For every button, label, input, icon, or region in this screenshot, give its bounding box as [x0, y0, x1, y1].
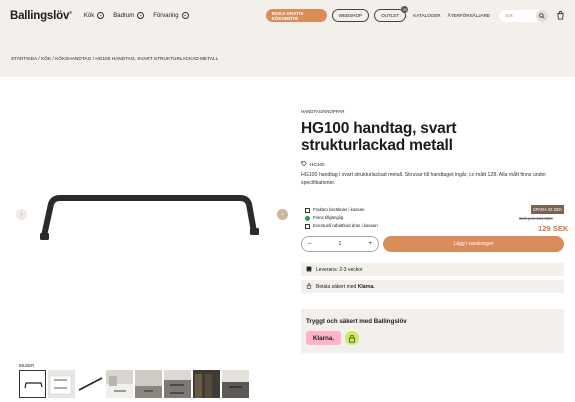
price: 129 SEK — [538, 224, 569, 233]
book-meeting-button[interactable]: BOKA GRATIS KÖKSMÖTE — [265, 9, 327, 22]
outlet-count-badge: 45 — [401, 6, 409, 13]
gallery-label: BILDER — [19, 363, 35, 368]
chevron-down-icon: ⌄ — [97, 12, 105, 19]
add-to-cart-button[interactable]: Lägg i varukorgen — [383, 236, 564, 252]
availability-icon — [305, 215, 310, 221]
trygg-e-handel-icon — [345, 331, 359, 345]
feature-item: Eventuell rabattkod dras i kassan — [305, 222, 378, 230]
nav-item-kok[interactable]: Kök ⌄ — [84, 12, 105, 19]
trust-title: Tryggt och säkert med Ballingslöv — [306, 318, 407, 325]
site-header: Ballingslöv® Kök ⌄ Badrum ⌄ Förvaring ⌄ BOK… — [0, 0, 575, 31]
nav-item-badrum[interactable]: Badrum ⌄ — [113, 12, 145, 19]
klarna-brand: Klarna. — [357, 283, 375, 290]
lock-icon — [306, 282, 312, 291]
product-category[interactable]: HANDTAG/KNOPPAR — [301, 109, 345, 114]
nav-item-forvaring[interactable]: Förvaring ⌄ — [153, 12, 189, 19]
thumbnail[interactable] — [48, 370, 75, 398]
quantity-stepper[interactable]: – 1 + — [301, 236, 379, 252]
chevron-right-icon: › — [281, 211, 284, 218]
delivery-info: Leverans: 2-3 veckor — [301, 263, 564, 276]
search-icon[interactable] — [536, 9, 548, 22]
logo[interactable]: Ballingslöv® — [10, 10, 72, 22]
thumbnail[interactable] — [164, 370, 191, 398]
decrease-button[interactable]: – — [308, 241, 311, 247]
thumbnail[interactable] — [77, 370, 104, 398]
product-title: HG100 handtag, svart strukturlackad meta… — [301, 120, 457, 154]
chevron-down-icon: ⌄ — [137, 12, 145, 19]
chevron-left-icon: ‹ — [20, 211, 23, 218]
chevron-down-icon: ⌄ — [181, 12, 189, 19]
product-features: Frakten beräknas i kassan Finns tillgäng… — [305, 206, 378, 230]
webshop-button[interactable]: WEBSHOP — [331, 9, 370, 22]
old-price: Ord. pris 161 SEK — [519, 216, 553, 221]
catalogs-link[interactable]: KATALOGER — [413, 13, 440, 18]
increase-button[interactable]: + — [368, 241, 372, 247]
thumbnail[interactable] — [193, 370, 220, 398]
breadcrumb[interactable]: STARTSIDA / KÖK / KÖKSHANDTAG / HG100 HA… — [11, 56, 218, 61]
cart-icon[interactable] — [555, 11, 565, 21]
save-badge: SPARA 32 SEK — [531, 205, 564, 214]
dealers-link[interactable]: ÅTERFÖRSÄLJARE — [448, 13, 490, 18]
discount-icon — [305, 223, 310, 229]
outlet-button[interactable]: OUTLET 45 — [374, 6, 409, 22]
product-image — [40, 195, 259, 240]
thumbnail[interactable] — [106, 370, 133, 398]
thumbnail[interactable] — [19, 370, 46, 398]
thumbnail-strip — [19, 370, 249, 398]
gallery-prev-button[interactable]: ‹ — [16, 209, 27, 220]
thumbnail[interactable] — [135, 370, 162, 398]
search-input[interactable]: Sök — [499, 9, 548, 22]
truck-icon — [305, 207, 310, 213]
klarna-logo: Klarna. — [306, 331, 341, 345]
payment-info: Betala säkert med Klarna. — [301, 280, 564, 293]
truck-icon — [306, 266, 312, 274]
feature-item: Finns tillgänglig — [305, 214, 378, 222]
quantity-value[interactable]: 1 — [339, 241, 342, 247]
tag-icon — [301, 161, 307, 168]
feature-item: Frakten beräknas i kassan — [305, 206, 378, 214]
thumbnail[interactable] — [222, 370, 249, 398]
trust-box: Tryggt och säkert med Ballingslöv Klarna… — [301, 309, 564, 353]
product-tag: HG100 — [301, 161, 325, 168]
product-description: HG100 handtag i svart strukturlackad met… — [301, 172, 547, 186]
gallery-next-button[interactable]: › — [277, 209, 288, 220]
